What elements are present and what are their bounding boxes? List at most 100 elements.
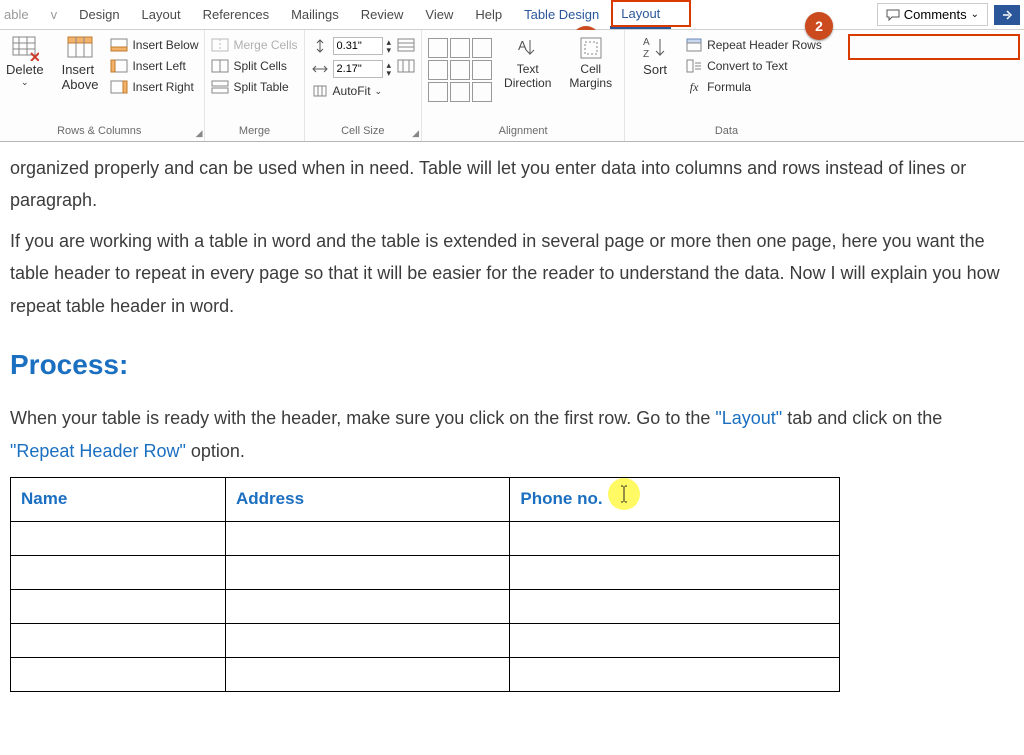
doc-table[interactable]: Name Address Phone no. (10, 477, 840, 692)
col-width-input[interactable] (333, 60, 383, 78)
sort-icon: AZ (641, 34, 669, 62)
callout-badge-2: 2 (805, 12, 833, 40)
spinner-icon[interactable]: ▴▾ (387, 61, 392, 77)
row-height-control[interactable]: ▴▾ (311, 36, 392, 56)
insert-above-icon (66, 34, 94, 62)
insert-below-button[interactable]: Insert Below (110, 36, 198, 54)
split-cells-icon (211, 58, 229, 74)
chevron-down-icon: ⌄ (971, 9, 979, 20)
ribbon: Delete ⌄ InsertAbove Insert Below Insert… (0, 30, 1024, 142)
insert-above-button[interactable]: InsertAbove (56, 32, 105, 94)
doc-paragraph: If you are working with a table in word … (10, 225, 1008, 322)
doc-paragraph: organized properly and can be used when … (10, 152, 1008, 217)
doc-paragraph: When your table is ready with the header… (10, 402, 1008, 467)
table-header-phone-label: Phone no. (520, 489, 602, 508)
callout-box-repeat-header (848, 34, 1020, 60)
group-data: AZ Sort Repeat Header Rows Convert to Te… (625, 30, 828, 141)
align-mid-left[interactable] (428, 60, 448, 80)
insert-right-label: Insert Right (132, 80, 193, 94)
delete-label: Delete (6, 62, 44, 77)
dialog-launcher-icon[interactable]: ◢ (412, 128, 419, 139)
table-header-name[interactable]: Name (11, 478, 226, 522)
tab-stub-left: able (4, 2, 40, 27)
doc-text: repeat table header in word. (10, 296, 234, 316)
col-width-icon (311, 61, 329, 77)
group-title-alignment: Alignment (428, 123, 618, 141)
insert-right-button[interactable]: Insert Right (110, 78, 198, 96)
insert-left-label: Insert Left (132, 59, 185, 73)
comments-label: Comments (904, 7, 967, 22)
tab-view[interactable]: View (414, 2, 464, 27)
insert-right-icon (110, 79, 128, 95)
table-header-address[interactable]: Address (226, 478, 510, 522)
cell-margins-label: CellMargins (569, 62, 612, 90)
table-row[interactable] (11, 589, 840, 623)
doc-link-layout[interactable]: "Layout" (715, 408, 782, 428)
repeat-header-rows-button[interactable]: Repeat Header Rows (685, 36, 822, 54)
tab-design[interactable]: Design (68, 2, 130, 27)
text-cursor-highlight (608, 478, 640, 510)
share-button[interactable] (994, 5, 1020, 25)
doc-heading-process: Process: (10, 340, 1008, 390)
align-mid-center[interactable] (450, 60, 470, 80)
row-height-input[interactable] (333, 37, 383, 55)
table-row[interactable] (11, 521, 840, 555)
svg-text:A: A (518, 38, 527, 53)
split-cells-button[interactable]: Split Cells (211, 57, 297, 75)
tab-table-design[interactable]: Table Design (513, 2, 610, 27)
group-title-data: Data (631, 123, 822, 141)
text-direction-button[interactable]: A TextDirection (498, 32, 557, 92)
table-header-row[interactable]: Name Address Phone no. (11, 478, 840, 522)
tab-table-layout[interactable]: Layout (610, 1, 671, 29)
align-bot-center[interactable] (450, 82, 470, 102)
align-mid-right[interactable] (472, 60, 492, 80)
comment-icon (886, 9, 900, 21)
delete-button[interactable]: Delete ⌄ (0, 32, 50, 90)
tab-review[interactable]: Review (350, 2, 415, 27)
align-top-center[interactable] (450, 38, 470, 58)
insert-above-label: InsertAbove (62, 62, 99, 92)
split-table-icon (211, 79, 229, 95)
group-rows-columns: Delete ⌄ InsertAbove Insert Below Insert… (0, 30, 205, 141)
merge-cells-label: Merge Cells (233, 38, 297, 52)
distribute-rows-icon (397, 37, 415, 53)
dialog-launcher-icon[interactable]: ◢ (196, 128, 203, 139)
cell-margins-button[interactable]: CellMargins (563, 32, 618, 92)
tab-references[interactable]: References (192, 2, 280, 27)
formula-icon: fx (685, 79, 703, 95)
comments-button[interactable]: Comments ⌄ (877, 3, 988, 26)
col-width-control[interactable]: ▴▾ (311, 59, 392, 79)
align-bot-right[interactable] (472, 82, 492, 102)
table-row[interactable] (11, 657, 840, 691)
alignment-grid (428, 38, 492, 102)
split-table-button[interactable]: Split Table (211, 78, 297, 96)
table-row[interactable] (11, 623, 840, 657)
doc-link-repeat-header[interactable]: "Repeat Header Row" (10, 441, 186, 461)
distribute-cols-button[interactable] (397, 57, 415, 75)
tab-layout-page[interactable]: Layout (131, 2, 192, 27)
tab-mailings[interactable]: Mailings (280, 2, 350, 27)
align-bot-left[interactable] (428, 82, 448, 102)
repeat-header-icon (685, 37, 703, 53)
convert-to-text-button[interactable]: Convert to Text (685, 57, 822, 75)
table-header-phone[interactable]: Phone no. (510, 478, 840, 522)
table-row[interactable] (11, 555, 840, 589)
distribute-rows-button[interactable] (397, 36, 415, 54)
split-table-label: Split Table (233, 80, 288, 94)
insert-left-button[interactable]: Insert Left (110, 57, 198, 75)
group-cell-size: ▴▾ ▴▾ AutoFit ⌄ (305, 30, 423, 141)
formula-button[interactable]: fx Formula (685, 78, 822, 96)
menubar: able v Design Layout References Mailings… (0, 0, 1024, 30)
share-icon (1000, 9, 1014, 21)
align-top-left[interactable] (428, 38, 448, 58)
group-title-cell-size: Cell Size (311, 123, 416, 141)
group-alignment: A TextDirection CellMargins Alignment (422, 30, 625, 141)
align-top-right[interactable] (472, 38, 492, 58)
autofit-button[interactable]: AutoFit ⌄ (311, 82, 392, 100)
spinner-icon[interactable]: ▴▾ (387, 38, 392, 54)
merge-cells-button: Merge Cells (211, 36, 297, 54)
tab-help[interactable]: Help (464, 2, 513, 27)
doc-text: When your table is ready with the header… (10, 408, 715, 428)
sort-button[interactable]: AZ Sort (631, 32, 679, 79)
convert-text-icon (685, 58, 703, 74)
